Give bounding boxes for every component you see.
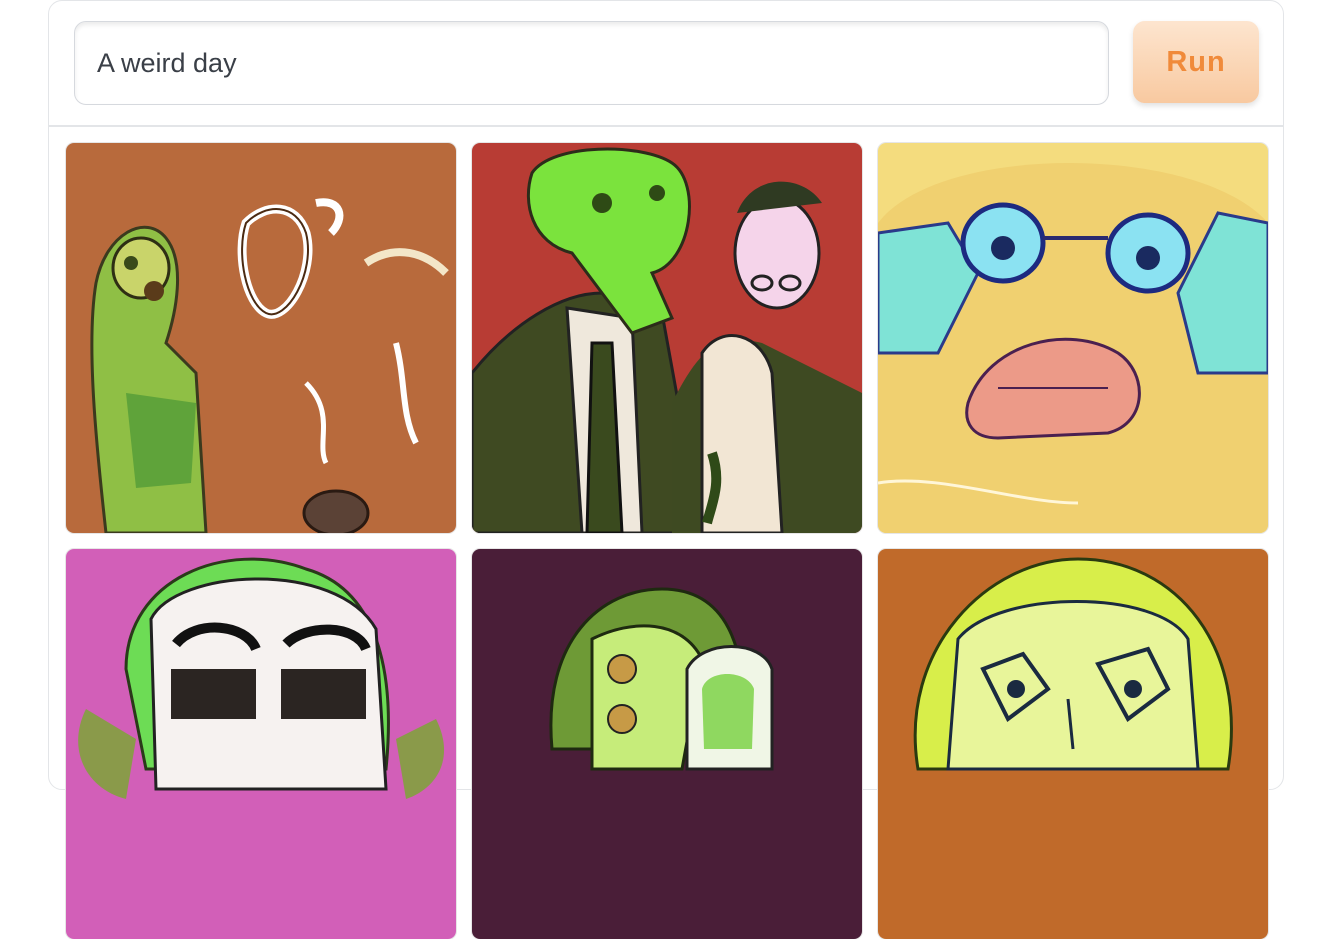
generated-image-1[interactable] xyxy=(66,143,456,533)
divider xyxy=(49,125,1283,127)
generated-image-2[interactable] xyxy=(472,143,862,533)
generated-image-5[interactable] xyxy=(472,549,862,939)
run-button[interactable]: Run xyxy=(1133,21,1259,103)
generated-image-4[interactable] xyxy=(66,549,456,939)
prompt-input[interactable] xyxy=(74,21,1109,105)
generated-image-3[interactable] xyxy=(878,143,1268,533)
generated-image-6[interactable] xyxy=(878,549,1268,939)
